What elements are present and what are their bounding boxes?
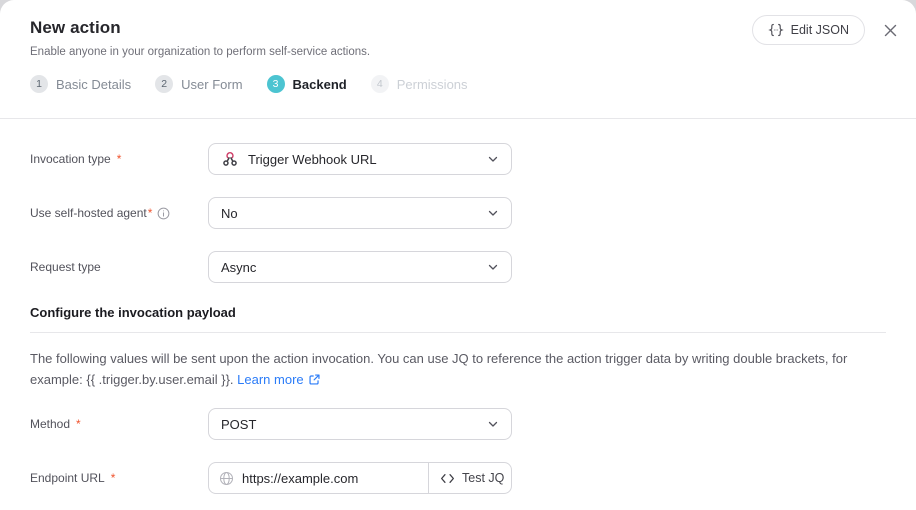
form-row-request-type: Request type Async — [30, 251, 886, 283]
step-label: Basic Details — [56, 77, 131, 92]
json-braces-icon — [768, 23, 784, 37]
payload-description: The following values will be sent upon t… — [30, 348, 886, 390]
modal-subtitle: Enable anyone in your organization to pe… — [30, 46, 902, 58]
code-brackets-icon — [440, 473, 455, 484]
form-row-method: Method* POST — [30, 408, 886, 440]
step-label: Backend — [293, 77, 347, 92]
invocation-type-label: Invocation type* — [30, 152, 208, 166]
form-row-endpoint-url: Endpoint URL* — [30, 462, 886, 494]
edit-json-label: Edit JSON — [791, 23, 849, 37]
chevron-down-icon — [487, 153, 499, 165]
learn-more-link[interactable]: Learn more — [237, 372, 303, 387]
endpoint-url-input[interactable] — [242, 471, 418, 486]
stepper-step-user-form[interactable]: 2 User Form — [155, 75, 242, 93]
new-action-modal: New action Enable anyone in your organiz… — [0, 0, 916, 510]
modal-header: New action Enable anyone in your organiz… — [0, 0, 916, 119]
stepper-step-permissions[interactable]: 4 Permissions — [371, 75, 468, 93]
self-hosted-agent-value: No — [221, 206, 238, 221]
invocation-type-select[interactable]: Trigger Webhook URL — [208, 143, 512, 175]
chevron-down-icon — [487, 261, 499, 273]
method-label: Method* — [30, 417, 208, 431]
required-asterisk: * — [148, 206, 153, 220]
self-hosted-agent-select[interactable]: No — [208, 197, 512, 229]
section-divider — [30, 332, 886, 333]
request-type-label: Request type — [30, 260, 208, 274]
modal-body: Invocation type* Trigger Webhook URL — [0, 119, 916, 494]
required-asterisk: * — [111, 471, 116, 485]
step-number: 4 — [371, 75, 389, 93]
endpoint-url-label: Endpoint URL* — [30, 471, 208, 485]
endpoint-url-group: Test JQ — [208, 462, 512, 494]
stepper-step-backend[interactable]: 3 Backend — [267, 75, 347, 93]
stepper: 1 Basic Details 2 User Form 3 Backend 4 … — [30, 75, 902, 93]
external-link-icon — [308, 373, 321, 386]
form-row-invocation-type: Invocation type* Trigger Webhook URL — [30, 143, 886, 175]
request-type-select[interactable]: Async — [208, 251, 512, 283]
stepper-step-basic-details[interactable]: 1 Basic Details — [30, 75, 131, 93]
endpoint-url-field — [209, 463, 429, 493]
form-row-self-hosted-agent: Use self-hosted agent* No — [30, 197, 886, 229]
step-label: User Form — [181, 77, 242, 92]
chevron-down-icon — [487, 418, 499, 430]
step-number: 3 — [267, 75, 285, 93]
step-number: 2 — [155, 75, 173, 93]
self-hosted-agent-label: Use self-hosted agent* — [30, 206, 208, 220]
method-value: POST — [221, 417, 256, 432]
request-type-value: Async — [221, 260, 256, 275]
edit-json-button[interactable]: Edit JSON — [752, 15, 865, 45]
step-number: 1 — [30, 75, 48, 93]
invocation-type-value: Trigger Webhook URL — [248, 152, 377, 167]
required-asterisk: * — [76, 417, 81, 431]
header-actions: Edit JSON — [752, 15, 902, 45]
test-jq-label: Test JQ — [462, 471, 504, 485]
webhook-icon — [221, 150, 239, 168]
info-icon[interactable] — [157, 207, 170, 220]
method-select[interactable]: POST — [208, 408, 512, 440]
step-label: Permissions — [397, 77, 468, 92]
chevron-down-icon — [487, 207, 499, 219]
required-asterisk: * — [117, 152, 122, 166]
globe-icon — [219, 471, 234, 486]
close-icon[interactable] — [879, 19, 902, 42]
payload-section-heading: Configure the invocation payload — [30, 305, 886, 320]
test-jq-button[interactable]: Test JQ — [429, 463, 515, 493]
